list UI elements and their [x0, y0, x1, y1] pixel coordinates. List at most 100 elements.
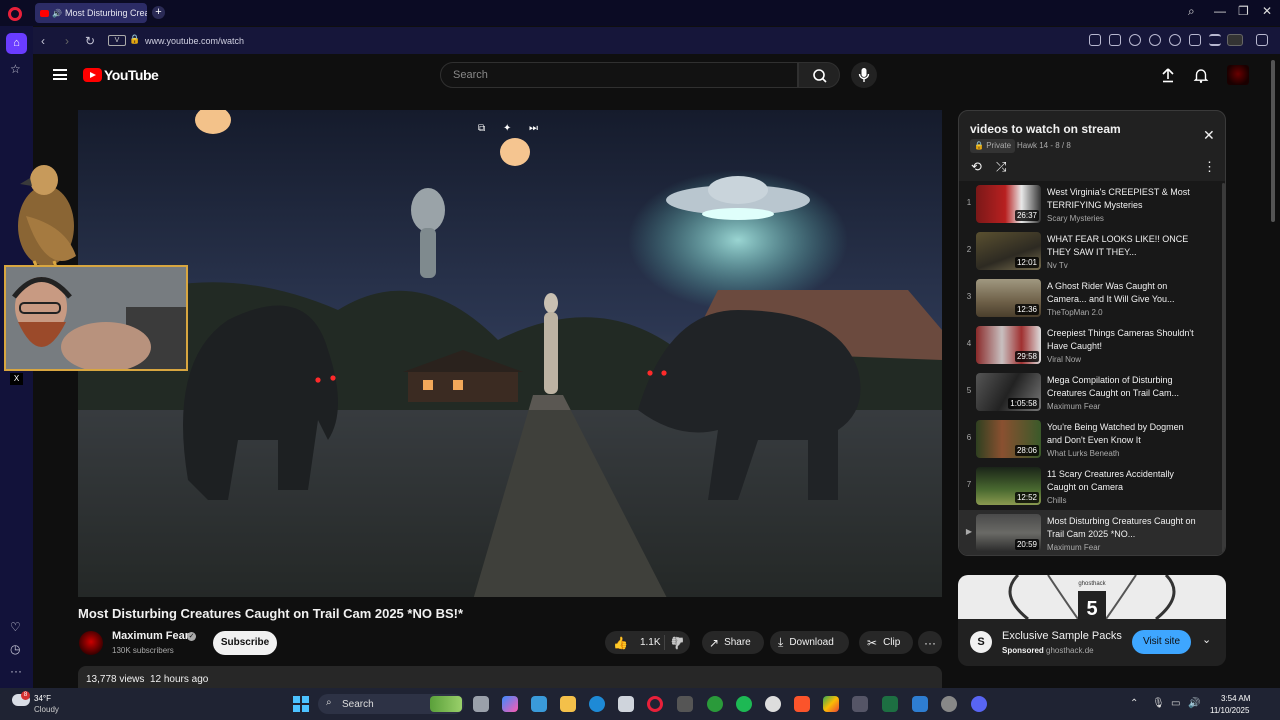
maximize-button[interactable]: ❐ [1238, 4, 1249, 18]
obs-icon[interactable] [941, 696, 957, 712]
menu-icon[interactable] [53, 69, 67, 80]
account-avatar[interactable] [1227, 65, 1249, 85]
address-badge[interactable]: V [108, 35, 126, 46]
shield-icon[interactable] [1129, 34, 1141, 46]
close-playlist-button[interactable]: ✕ [1203, 127, 1215, 144]
camera-icon[interactable] [1109, 34, 1121, 46]
weather-temperature[interactable]: 34°F [34, 694, 51, 703]
edge-icon[interactable] [589, 696, 605, 712]
advertiser-logo-icon[interactable]: S [970, 631, 992, 653]
voice-search-button[interactable] [851, 62, 877, 88]
settings-icon[interactable] [765, 696, 781, 712]
dislike-button[interactable]: 👍 [665, 636, 690, 650]
upload-button[interactable] [1159, 66, 1177, 89]
taskbar-search-label[interactable]: Search [342, 699, 374, 710]
home-icon[interactable]: ⌂ [6, 33, 27, 54]
task-view-icon[interactable] [473, 696, 489, 712]
youtube-logo[interactable]: YouTube [83, 67, 159, 83]
browser-tab[interactable]: 🔊 Most Disturbing Creat [35, 3, 147, 23]
next-video-icon[interactable]: ⏭ [529, 123, 538, 134]
widgets-icon[interactable] [531, 696, 547, 712]
discord-icon[interactable] [971, 696, 987, 712]
copilot-icon[interactable] [502, 696, 518, 712]
playlist-item-current[interactable]: ▶ 20:59 Most Disturbing Creatures Caught… [959, 510, 1225, 555]
chevron-down-icon[interactable]: ⌄ [1202, 633, 1211, 646]
minimize-button[interactable]: — [1214, 4, 1226, 18]
playlist-item[interactable]: 3 12:36 A Ghost Rider Was Caught on Came… [959, 275, 1225, 321]
clip-button[interactable]: ✂ Clip [859, 631, 913, 654]
app-icon[interactable] [677, 696, 693, 712]
more-icon[interactable]: ··· [10, 664, 22, 678]
close-window-button[interactable]: ✕ [1262, 4, 1272, 18]
brave-icon[interactable] [794, 696, 810, 712]
search-bar[interactable] [440, 62, 798, 88]
playlist-item[interactable]: 2 12:01 WHAT FEAR LOOKS LIKE!! ONCE THEY… [959, 228, 1225, 274]
network-icon[interactable]: ▭ [1171, 698, 1180, 709]
subscribe-button[interactable]: Subscribe [213, 631, 277, 655]
playlist-item[interactable]: 7 12:52 11 Scary Creatures Accidentally … [959, 463, 1225, 509]
playlist-item[interactable]: 6 28:06 You're Being Watched by Dogmen a… [959, 416, 1225, 462]
search-button[interactable] [798, 62, 840, 88]
heart-icon[interactable] [1169, 34, 1181, 46]
search-highlight-icon[interactable] [430, 696, 462, 712]
more-vertical-icon[interactable]: ⋮ [1203, 159, 1216, 175]
playlist-item[interactable]: 4 29:58 Creepiest Things Cameras Shouldn… [959, 322, 1225, 368]
audio-playing-icon[interactable]: 🔊 [52, 9, 62, 18]
star-icon[interactable]: ☆ [10, 62, 21, 76]
visit-site-button[interactable]: Visit site [1132, 630, 1191, 654]
edit-icon[interactable] [1089, 34, 1101, 46]
playlist-item[interactable]: 5 1:05:58 Mega Compilation of Disturbing… [959, 369, 1225, 415]
reload-button[interactable]: ↻ [85, 34, 95, 48]
notifications-button[interactable] [1192, 66, 1210, 89]
heart-icon[interactable]: ♡ [10, 620, 21, 634]
more-actions-button[interactable]: ··· [918, 631, 942, 654]
spotify-icon[interactable] [736, 696, 752, 712]
google-play-icon[interactable] [823, 696, 839, 712]
video-player[interactable] [78, 110, 942, 597]
start-button[interactable] [293, 696, 309, 712]
file-explorer-icon[interactable] [560, 696, 576, 712]
url-field[interactable] [103, 31, 1113, 50]
chevron-up-icon[interactable]: ⌃ [1130, 698, 1138, 709]
loop-icon[interactable]: ⟲ [971, 159, 982, 175]
page-scrollbar[interactable] [1271, 60, 1275, 222]
store-icon[interactable] [618, 696, 634, 712]
playlist-title[interactable]: videos to watch on stream [970, 122, 1121, 136]
xbox-icon[interactable] [707, 696, 723, 712]
microphone-icon[interactable]: 🎙 [1152, 698, 1165, 709]
search-tabs-icon[interactable]: ⌕ [1188, 4, 1195, 19]
opera-icon[interactable] [647, 696, 663, 712]
opera-logo-icon[interactable] [8, 7, 22, 21]
sparkle-icon[interactable]: ✦ [503, 123, 511, 134]
share-button[interactable]: ↗ Share [702, 631, 764, 654]
download-button[interactable]: ⤓ Download [770, 631, 849, 654]
new-tab-button[interactable]: + [152, 6, 165, 19]
search-input[interactable] [453, 69, 783, 81]
play-icon[interactable] [1149, 34, 1161, 46]
app-icon[interactable] [852, 696, 868, 712]
forward-button[interactable]: › [65, 34, 69, 48]
app-icon[interactable] [912, 696, 928, 712]
channel-avatar[interactable] [79, 631, 103, 655]
menu-icon[interactable] [1209, 34, 1221, 46]
history-icon[interactable]: ◷ [10, 642, 20, 656]
lock-icon[interactable]: 🔒 [129, 34, 140, 45]
clock-time[interactable]: 3:54 AM [1221, 694, 1250, 703]
excel-icon[interactable] [882, 696, 898, 712]
like-button[interactable]: 👍 1.1K [605, 635, 665, 650]
clock-date[interactable]: 11/10/2025 [1210, 706, 1249, 715]
profile-avatar-icon[interactable] [1227, 34, 1243, 46]
ad-card[interactable]: 5 ghosthack S Exclusive Sample Packs Spo… [958, 575, 1226, 666]
download-icon[interactable] [1189, 34, 1201, 46]
ad-title[interactable]: Exclusive Sample Packs [1002, 630, 1122, 642]
playlist-item[interactable]: 1 26:37 West Virginia's CREEPIEST & Most… [959, 181, 1225, 227]
extensions-icon[interactable] [1256, 34, 1268, 46]
ad-banner[interactable]: 5 ghosthack [958, 575, 1226, 621]
channel-name[interactable]: Maximum Fear [112, 630, 189, 642]
weather-description[interactable]: Cloudy [34, 705, 59, 714]
volume-icon[interactable]: 🔊 [1188, 698, 1200, 709]
miniplayer-icon[interactable]: ⧉ [478, 123, 485, 134]
url-text[interactable]: www.youtube.com/watch [145, 36, 244, 46]
back-button[interactable]: ‹ [41, 34, 45, 48]
shuffle-icon[interactable]: ⤮ [996, 159, 1006, 175]
